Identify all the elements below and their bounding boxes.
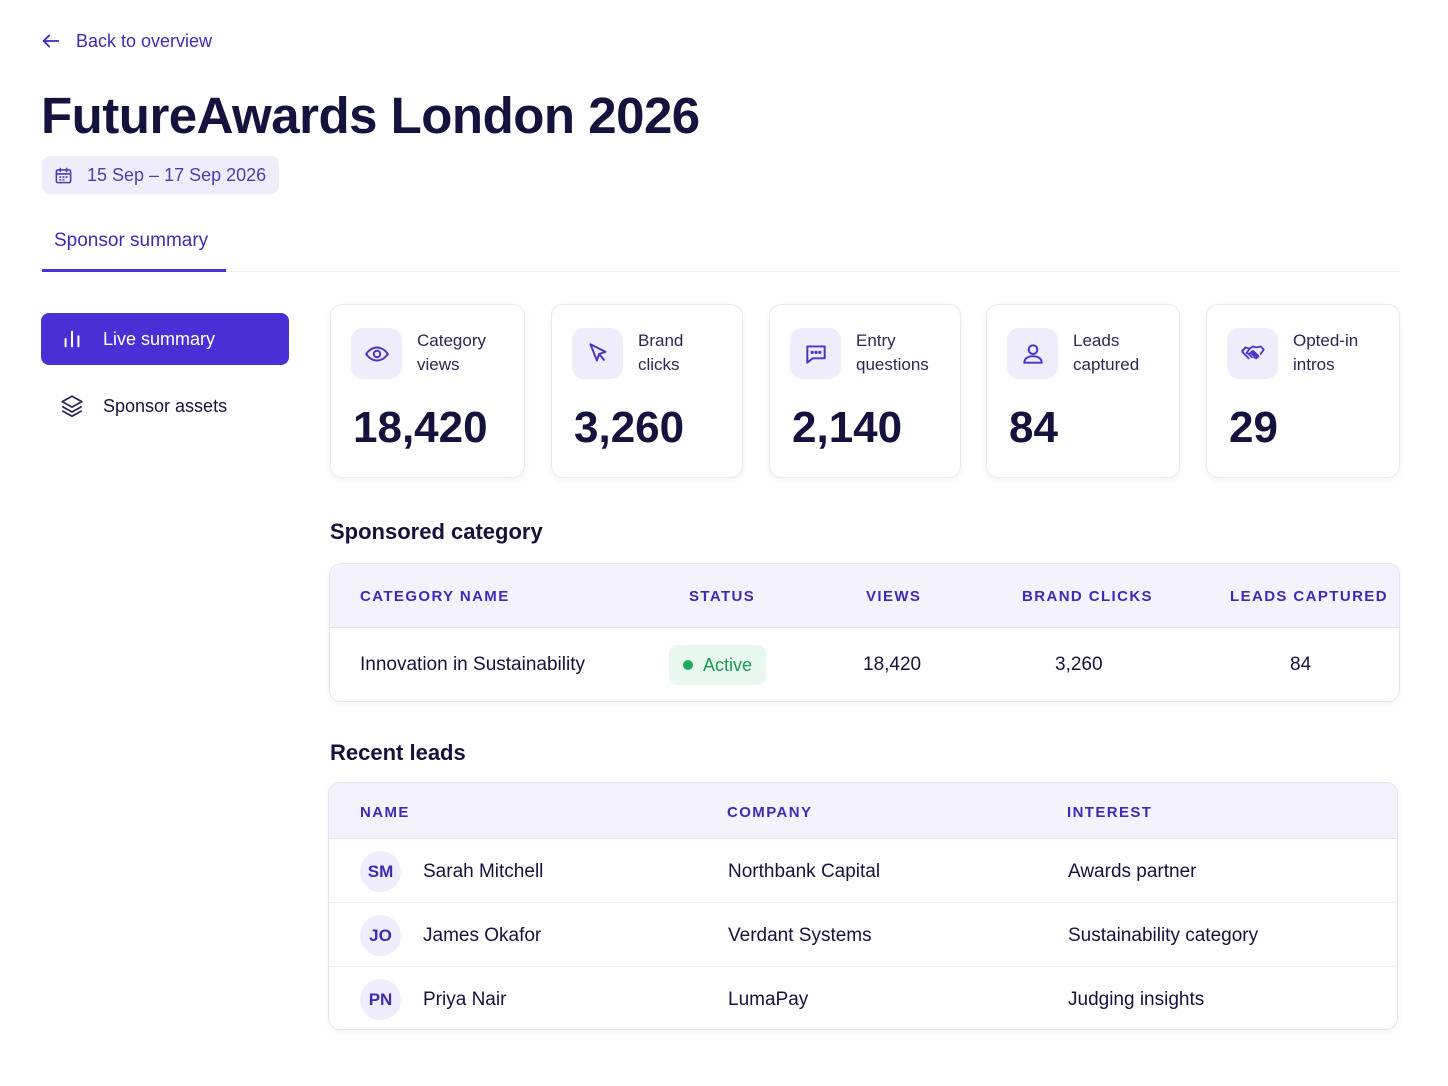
calendar-icon	[55, 167, 72, 183]
table-row[interactable]: PN Priya Nair LumaPay Judging insights	[329, 967, 1397, 1029]
table-row[interactable]: JO James Okafor Verdant Systems Sustaina…	[329, 903, 1397, 967]
stat-value: 2,140	[792, 403, 903, 452]
cursor-icon	[572, 328, 623, 379]
tab-sponsor-summary[interactable]: Sponsor summary	[42, 230, 226, 272]
recent-leads-table: NAME COMPANY INTEREST SM Sarah Mitchell …	[328, 782, 1398, 1030]
lead-company: Northbank Capital	[728, 861, 881, 882]
sidebar-item-live-summary[interactable]: Live summary	[41, 313, 289, 365]
stat-card-opted-in-intros: Opted-in intros 29	[1206, 304, 1400, 478]
lead-name: Sarah Mitchell	[423, 861, 544, 882]
sidebar-item-sponsor-assets[interactable]: Sponsor assets	[41, 380, 289, 432]
column-header: STATUS	[689, 588, 756, 605]
section-title-sponsored-category: Sponsored category	[330, 519, 543, 544]
leads-captured-value: 84	[1290, 654, 1312, 675]
lead-interest: Sustainability category	[1068, 925, 1259, 946]
stat-card-brand-clicks: Brand clicks 3,260	[551, 304, 743, 478]
stat-value: 3,260	[574, 403, 685, 452]
stat-label: Category views	[417, 331, 486, 374]
column-header: NAME	[360, 804, 410, 821]
sidebar-item-label: Sponsor assets	[103, 395, 228, 416]
lead-company: Verdant Systems	[728, 925, 872, 946]
event-date-badge: 15 Sep – 17 Sep 2026	[42, 156, 280, 194]
lead-interest: Judging insights	[1068, 989, 1205, 1010]
stat-card-leads-captured: Leads captured 84	[986, 304, 1180, 478]
lead-company: LumaPay	[728, 989, 809, 1010]
lead-interest: Awards partner	[1068, 861, 1197, 882]
table-header: CATEGORY NAME STATUS VIEWS BRAND CLICKS …	[330, 564, 1399, 628]
user-icon	[1007, 328, 1058, 379]
stat-label: Leads captured	[1073, 331, 1140, 374]
stat-card-entry-questions: Entry questions 2,140	[769, 304, 961, 478]
table-row[interactable]: SM Sarah Mitchell Northbank Capital Awar…	[329, 839, 1397, 903]
stat-label: Brand clicks	[638, 331, 684, 374]
page-title: FutureAwards London 2026	[41, 87, 700, 144]
column-header: VIEWS	[866, 588, 922, 605]
category-name: Innovation in Sustainability	[360, 654, 585, 675]
status-label: Active	[703, 654, 753, 675]
event-dates: 15 Sep – 17 Sep 2026	[87, 164, 267, 185]
column-header: CATEGORY NAME	[360, 588, 510, 605]
tab-bar: Sponsor summary	[42, 230, 1400, 272]
lead-name: Priya Nair	[423, 989, 507, 1010]
status-dot-icon	[683, 660, 693, 670]
column-header: LEADS CAPTURED	[1230, 588, 1388, 605]
column-header: COMPANY	[727, 804, 813, 821]
chat-icon	[790, 328, 841, 379]
stat-card-category-views: Category views 18,420	[330, 304, 525, 478]
stat-label: Entry questions	[856, 331, 929, 374]
handshake-icon	[1227, 328, 1278, 379]
stat-value: 18,420	[353, 403, 488, 452]
back-link-label: Back to overview	[76, 30, 213, 51]
sidebar-item-label: Live summary	[103, 328, 216, 349]
back-to-overview-link[interactable]: Back to overview	[40, 30, 212, 52]
arrow-left-icon	[42, 34, 60, 48]
avatar: JO	[360, 915, 401, 956]
layers-icon	[61, 395, 83, 418]
sponsored-category-table: CATEGORY NAME STATUS VIEWS BRAND CLICKS …	[329, 563, 1400, 702]
bar-chart-icon	[64, 330, 80, 348]
avatar: PN	[360, 979, 401, 1020]
stat-label: Opted-in intros	[1293, 331, 1359, 374]
column-header: BRAND CLICKS	[1022, 588, 1153, 605]
avatar: SM	[360, 851, 401, 892]
brand-clicks-value: 3,260	[1055, 654, 1103, 675]
section-title-recent-leads: Recent leads	[330, 740, 466, 765]
lead-name: James Okafor	[423, 925, 542, 946]
stat-value: 84	[1009, 403, 1058, 452]
stat-value: 29	[1229, 403, 1278, 452]
eye-icon	[351, 328, 402, 379]
status-badge: Active	[669, 645, 767, 685]
table-header: NAME COMPANY INTEREST	[329, 783, 1397, 839]
column-header: INTEREST	[1067, 804, 1153, 821]
views-value: 18,420	[863, 654, 922, 675]
